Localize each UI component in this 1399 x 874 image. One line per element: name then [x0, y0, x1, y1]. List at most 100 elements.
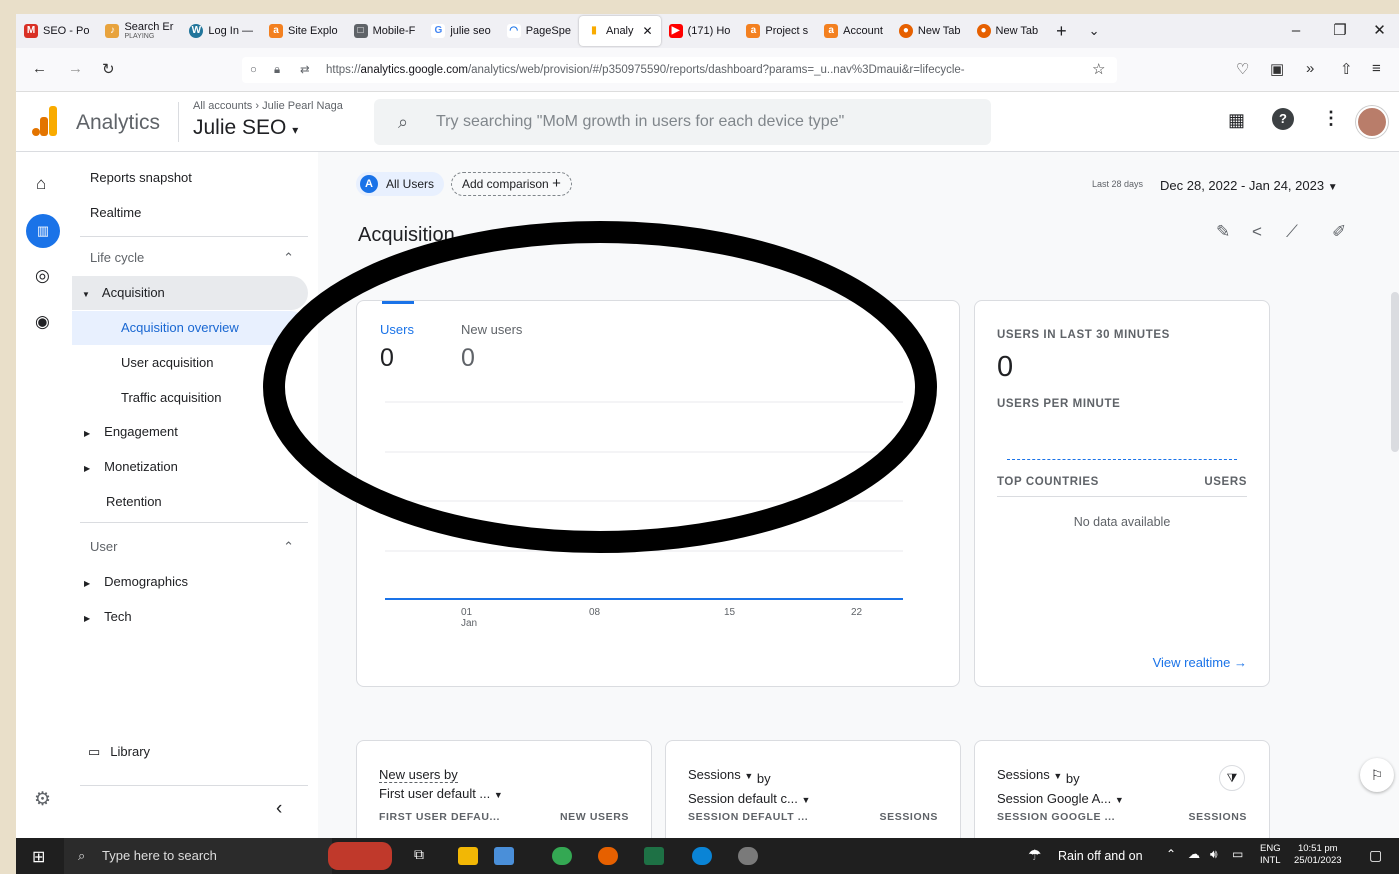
- dimension-selector[interactable]: Session default c... ▼: [688, 791, 810, 806]
- explore-icon[interactable]: ◎: [35, 266, 50, 286]
- search-bar[interactable]: ⌕ Try searching "MoM growth in users for…: [374, 99, 991, 145]
- nav-reports-snapshot[interactable]: Reports snapshot: [72, 161, 308, 195]
- nav-tech[interactable]: ▶ Tech: [72, 600, 308, 634]
- address-bar[interactable]: ○ 🔒︎ ⇄ https://analytics.google.com/anal…: [242, 57, 1117, 83]
- column-header: SESSIONS: [879, 811, 938, 823]
- settings-gear-icon[interactable]: ⚙: [34, 788, 51, 811]
- chrome-icon[interactable]: [552, 847, 572, 865]
- windows-start-icon[interactable]: ⊞: [32, 847, 45, 867]
- dimension-selector[interactable]: First user default ... ▼: [379, 786, 503, 801]
- file-explorer-icon[interactable]: [458, 847, 478, 865]
- feedback-icon[interactable]: ⚐: [1360, 758, 1394, 792]
- tab-7-active[interactable]: ▮ Analy ✕: [578, 16, 661, 46]
- filter-icon[interactable]: ⧩: [1219, 765, 1245, 791]
- per-minute-bars: [1007, 459, 1237, 460]
- view-realtime-link[interactable]: View realtime →: [1153, 655, 1247, 670]
- apps-grid-icon[interactable]: ▦: [1228, 110, 1245, 131]
- tab-12[interactable]: ● New Tab: [969, 16, 1047, 46]
- onedrive-icon[interactable]: ☁: [1188, 847, 1200, 861]
- metric-selector[interactable]: Sessions ▼ by: [997, 767, 1080, 786]
- annotation-ellipse: [263, 221, 937, 553]
- tray-chevron-up-icon[interactable]: ⌃: [1166, 847, 1176, 861]
- extension-icon[interactable]: ▣: [1270, 60, 1284, 78]
- edge-icon[interactable]: [692, 847, 712, 865]
- permissions-icon: ⇄: [300, 64, 310, 76]
- close-tab-icon[interactable]: ✕: [643, 24, 653, 38]
- notifications-icon[interactable]: ▢: [1369, 847, 1382, 864]
- forward-icon[interactable]: →: [68, 60, 83, 77]
- tab-list-chevron-icon[interactable]: ⌄: [1089, 23, 1100, 39]
- more-vert-icon[interactable]: ⋮: [1322, 108, 1340, 129]
- share-report-icon[interactable]: <: [1252, 222, 1262, 242]
- dropdown-caret-icon: ▼: [1327, 182, 1338, 193]
- metric-selector[interactable]: New users by: [379, 767, 458, 783]
- home-icon[interactable]: ⌂: [36, 174, 46, 194]
- back-icon[interactable]: ←: [32, 60, 47, 77]
- column-header: SESSIONS: [1188, 811, 1247, 823]
- caret-right-icon: ▶: [84, 614, 91, 623]
- restore-icon[interactable]: ❐: [1318, 14, 1362, 48]
- weather-rain-icon[interactable]: ☂: [1028, 846, 1041, 864]
- tab-9[interactable]: a Project s: [738, 16, 816, 46]
- overflow-chevron-icon[interactable]: »: [1306, 60, 1314, 77]
- property-picker[interactable]: Julie SEO ▾: [193, 116, 298, 140]
- metric-selector[interactable]: Sessions ▼ by: [688, 767, 771, 786]
- column-header: SESSION GOOGLE ...: [997, 811, 1116, 823]
- language-indicator[interactable]: ENG INTL: [1260, 843, 1281, 867]
- dropdown-caret-icon: ▾: [292, 123, 299, 137]
- search-icon: ⌕: [398, 112, 409, 132]
- dimension-selector[interactable]: Session Google A... ▼: [997, 791, 1124, 806]
- collapse-nav-chevron-icon[interactable]: ‹: [276, 798, 282, 820]
- share-icon[interactable]: ⇧: [1340, 60, 1353, 78]
- insights-icon[interactable]: ⟋: [1286, 222, 1298, 242]
- close-window-icon[interactable]: ✕: [1360, 14, 1399, 48]
- segment-chip[interactable]: A All Users: [356, 172, 445, 196]
- reload-icon[interactable]: ↻: [102, 60, 115, 78]
- avatar[interactable]: [1356, 106, 1388, 138]
- menu-hamburger-icon[interactable]: ≡: [1372, 60, 1381, 77]
- app-icon[interactable]: [494, 847, 514, 865]
- tab-2[interactable]: W Log In —: [181, 16, 261, 46]
- clock[interactable]: 10:51 pm 25/01/2023: [1294, 843, 1342, 867]
- tab-5[interactable]: Gjulie seo: [423, 16, 498, 46]
- taskbar-search[interactable]: ⌕ Type here to search: [64, 838, 332, 874]
- add-comparison-button[interactable]: Add comparison +: [451, 172, 572, 196]
- new-tab-icon[interactable]: +: [1056, 21, 1067, 42]
- excel-icon[interactable]: [644, 847, 664, 865]
- reports-icon[interactable]: ▥: [26, 214, 60, 248]
- tab-0[interactable]: M SEO - Po: [16, 16, 97, 46]
- music-icon: ♪: [105, 24, 120, 38]
- paint-icon[interactable]: [738, 847, 758, 865]
- tab-4[interactable]: □ Mobile-F: [346, 16, 424, 46]
- tab-8[interactable]: ▶ (171) Ho: [661, 16, 739, 46]
- firefox-icon[interactable]: [598, 847, 618, 865]
- search-highlight-icon[interactable]: [328, 842, 392, 870]
- nav-library[interactable]: ▭ Library: [72, 735, 308, 769]
- task-view-icon[interactable]: ⧉: [414, 846, 424, 863]
- tab-11[interactable]: ● New Tab: [891, 16, 969, 46]
- network-icon[interactable]: ▭: [1232, 847, 1243, 861]
- advertising-icon[interactable]: ◉: [35, 312, 50, 332]
- weather-text[interactable]: Rain off and on: [1058, 849, 1143, 863]
- date-range-preset: Last 28 days: [1092, 179, 1144, 189]
- tab-1[interactable]: ♪ Search Er PLAYING: [97, 16, 181, 46]
- help-icon[interactable]: ?: [1272, 108, 1294, 130]
- account-breadcrumb[interactable]: All accounts › Julie Pearl Naga: [193, 100, 343, 112]
- customize-report-icon[interactable]: ✎: [1216, 222, 1230, 242]
- date-range-picker[interactable]: Dec 28, 2022 - Jan 24, 2023 ▼: [1160, 178, 1338, 193]
- tab-10[interactable]: a Account: [816, 16, 891, 46]
- left-rail: ⌂ ▥ ◎ ◉ ⚙: [16, 152, 72, 838]
- tab-6[interactable]: ◠ PageSpe: [499, 16, 579, 46]
- nav-demographics[interactable]: ▶ Demographics: [72, 565, 308, 599]
- bookmark-star-icon[interactable]: ☆: [1092, 60, 1105, 78]
- analytics-logo-icon[interactable]: [32, 106, 58, 136]
- column-header: FIRST USER DEFAU...: [379, 811, 501, 823]
- edit-pencil-icon[interactable]: ✐: [1332, 222, 1346, 242]
- minimize-icon[interactable]: –: [1274, 14, 1318, 48]
- tab-3[interactable]: a Site Explo: [261, 16, 346, 46]
- pocket-icon[interactable]: ♡: [1236, 60, 1249, 78]
- volume-icon[interactable]: 🔊︎: [1210, 847, 1218, 862]
- dropdown-caret-icon: ▼: [1053, 771, 1063, 781]
- scrollbar[interactable]: [1391, 292, 1399, 452]
- x-tick-label: 08: [589, 607, 601, 618]
